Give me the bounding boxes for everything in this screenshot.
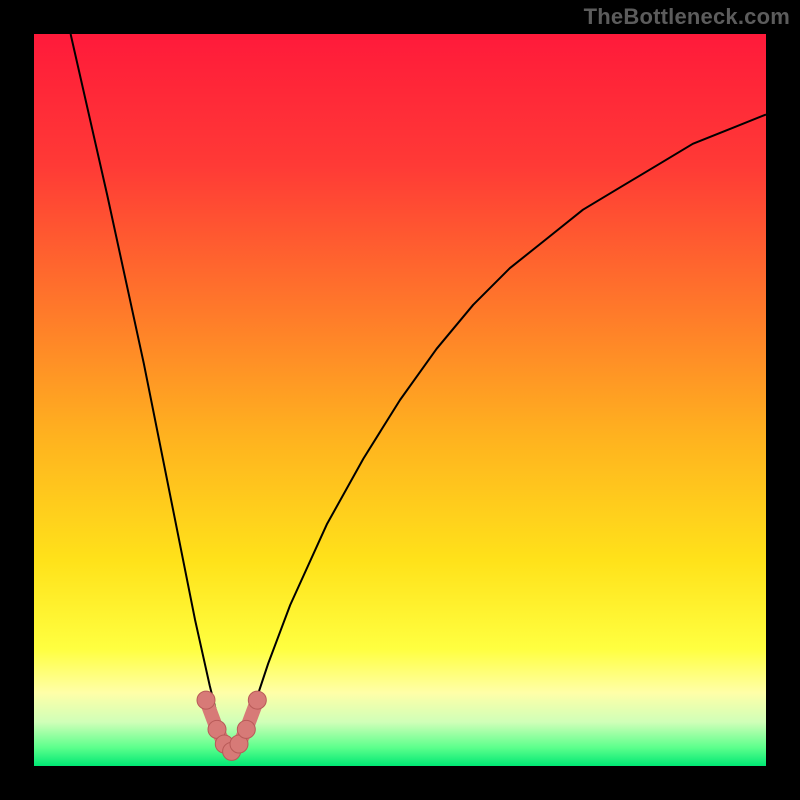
bottleneck-chart — [34, 34, 766, 766]
marker-dot — [237, 720, 255, 738]
marker-dot — [248, 691, 266, 709]
plot-area — [34, 34, 766, 766]
chart-frame: TheBottleneck.com — [0, 0, 800, 800]
marker-dot — [197, 691, 215, 709]
watermark-label: TheBottleneck.com — [584, 4, 790, 30]
